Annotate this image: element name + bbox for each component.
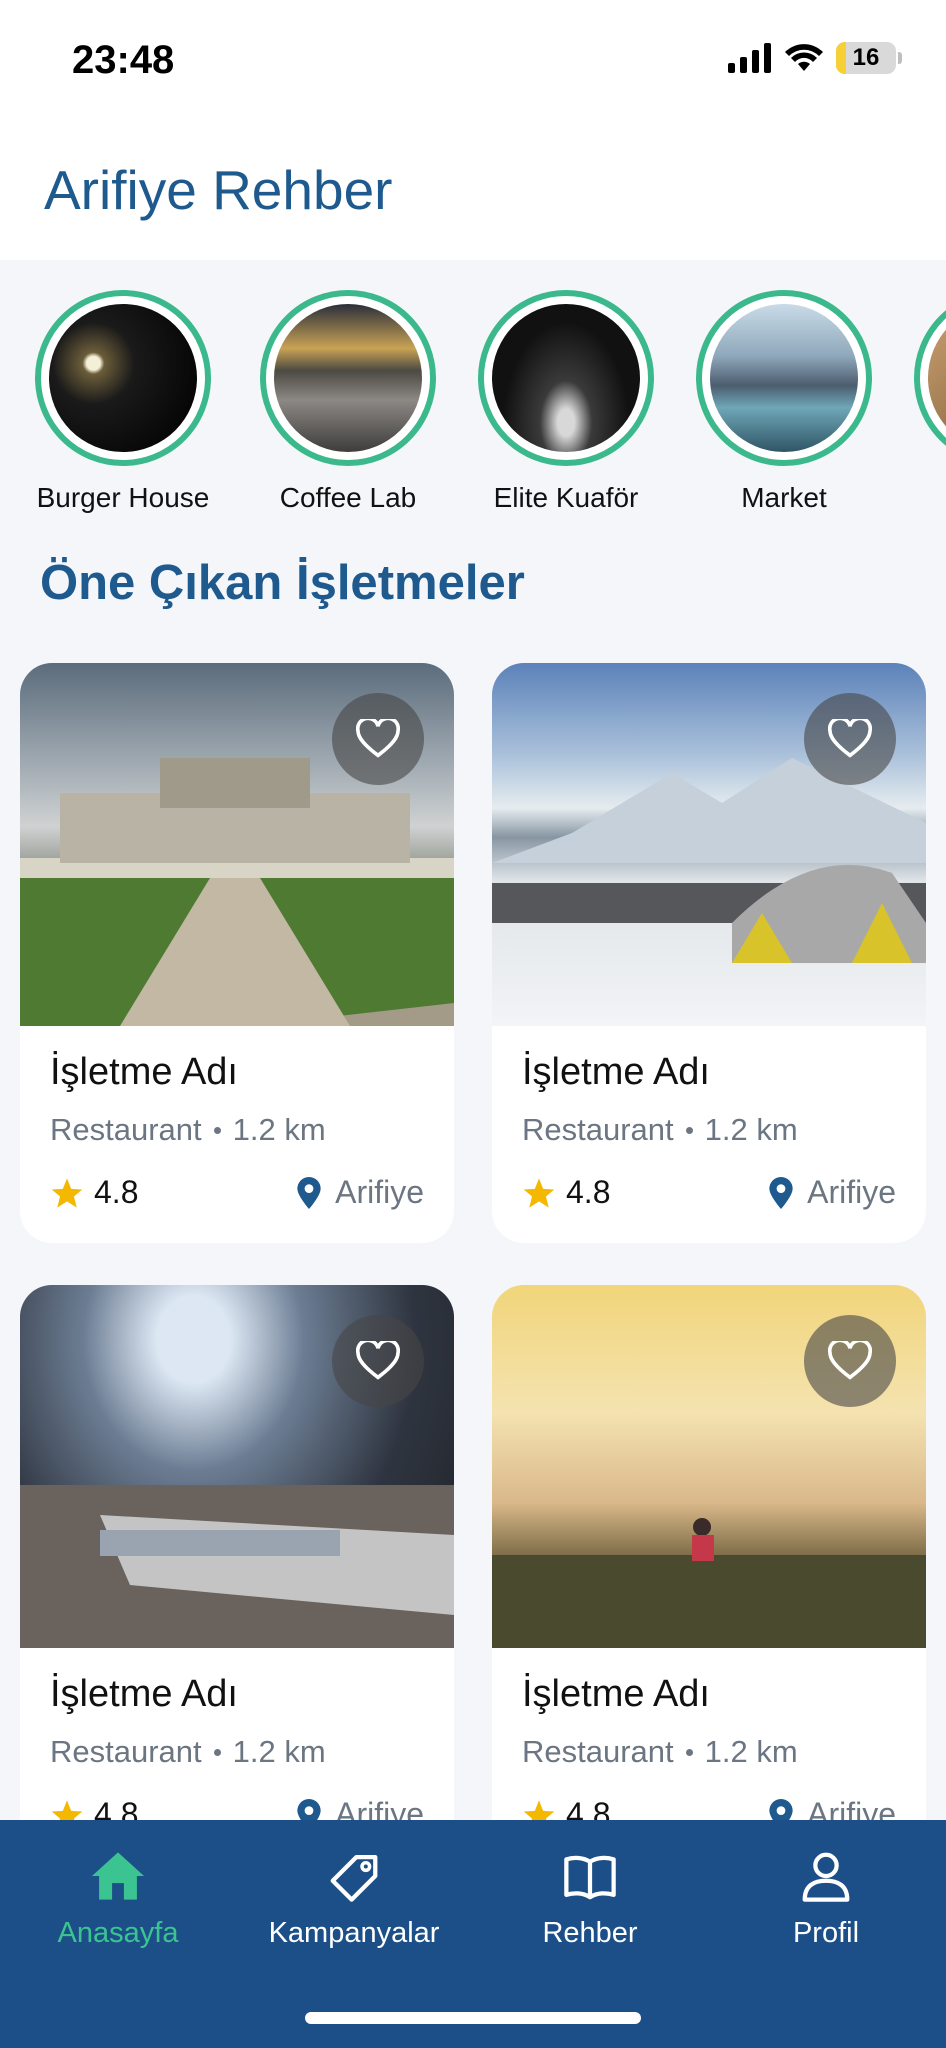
nav-item-home[interactable]: Anasayfa (0, 1850, 236, 1950)
nav-item-guide[interactable]: Rehber (472, 1850, 708, 1950)
story-item[interactable] (897, 290, 946, 466)
story-ring (478, 290, 654, 466)
user-icon (802, 1852, 850, 1902)
business-card[interactable]: İşletme Adı Restaurant 1.2 km 4.8 Arifiy… (20, 663, 454, 1243)
card-name: İşletme Adı (50, 1673, 238, 1715)
story-label: Elite Kuaför (493, 482, 639, 513)
card-body: İşletme Adı Restaurant 1.2 km 4.8 Arifiy… (522, 1673, 896, 1833)
story-image (274, 304, 422, 452)
card-distance: 1.2 km (232, 1112, 326, 1147)
card-body: İşletme Adı Restaurant 1.2 km 4.8 Arifiy… (522, 1051, 896, 1211)
card-location: Arifiye (769, 1174, 896, 1211)
story-image (928, 304, 946, 452)
stories-row: Burger House Coffee Lab Elite Kuaför Mar… (0, 290, 946, 530)
section-title: Öne Çıkan İşletmeler (40, 556, 525, 610)
card-category: Restaurant (50, 1734, 202, 1769)
book-icon (564, 1855, 616, 1900)
home-icon (92, 1852, 144, 1900)
story-item[interactable]: Elite Kuaför (461, 290, 671, 514)
story-ring (260, 290, 436, 466)
separator-dot (213, 1126, 221, 1134)
location-pin-icon (769, 1176, 793, 1209)
status-icons: 16 (728, 42, 902, 74)
business-card[interactable]: İşletme Adı Restaurant 1.2 km 4.8 Arifiy… (492, 663, 926, 1243)
nav-item-profile[interactable]: Profil (708, 1850, 944, 1950)
tag-icon (330, 1854, 378, 1902)
favorite-button[interactable] (804, 1315, 896, 1407)
story-item[interactable]: Coffee Lab (243, 290, 453, 514)
location-label: Arifiye (335, 1174, 424, 1210)
story-label: Coffee Lab (279, 482, 417, 513)
home-indicator (305, 2012, 641, 2024)
rating-value: 4.8 (566, 1174, 611, 1210)
separator-dot (685, 1126, 693, 1134)
separator-dot (213, 1748, 221, 1756)
battery-tip (898, 52, 902, 64)
location-pin-icon (297, 1176, 321, 1209)
card-name: İşletme Adı (522, 1673, 710, 1715)
card-rating: 4.8 (50, 1174, 138, 1211)
star-icon (51, 1177, 83, 1208)
card-footer: 4.8 Arifiye (522, 1174, 896, 1211)
nav-label: Profil (792, 1917, 860, 1949)
card-footer: 4.8 Arifiye (50, 1174, 424, 1211)
battery-icon: 16 (836, 42, 896, 74)
card-category: Restaurant (50, 1112, 202, 1147)
wifi-icon (785, 44, 823, 71)
nav-label: Rehber (542, 1917, 638, 1949)
card-location: Arifiye (297, 1174, 424, 1211)
story-ring (914, 290, 946, 466)
signal-icon (728, 43, 771, 73)
business-card[interactable]: İşletme Adı Restaurant 1.2 km 4.8 Arifiy… (492, 1285, 926, 1865)
card-rating: 4.8 (522, 1174, 610, 1211)
favorite-button[interactable] (332, 1315, 424, 1407)
story-ring (696, 290, 872, 466)
card-body: İşletme Adı Restaurant 1.2 km 4.8 Arifiy… (50, 1051, 424, 1211)
card-distance: 1.2 km (232, 1734, 326, 1769)
favorite-button[interactable] (332, 693, 424, 785)
story-ring (35, 290, 211, 466)
card-meta: Restaurant 1.2 km (50, 1734, 424, 1770)
story-label: Market (741, 482, 827, 513)
card-name: İşletme Adı (522, 1051, 710, 1093)
heart-icon (356, 1341, 400, 1380)
business-card[interactable]: İşletme Adı Restaurant 1.2 km 4.8 Arifiy… (20, 1285, 454, 1865)
battery-level: 16 (852, 44, 880, 71)
story-item[interactable]: Market (679, 290, 889, 514)
story-image (49, 304, 197, 452)
story-image (492, 304, 640, 452)
nav-label: Kampanyalar (268, 1917, 440, 1949)
status-time: 23:48 (72, 38, 175, 82)
heart-icon (356, 719, 400, 758)
card-meta: Restaurant 1.2 km (50, 1112, 424, 1148)
card-meta: Restaurant 1.2 km (522, 1734, 896, 1770)
nav-label: Anasayfa (57, 1917, 179, 1949)
location-label: Arifiye (807, 1174, 896, 1210)
card-body: İşletme Adı Restaurant 1.2 km 4.8 Arifiy… (50, 1673, 424, 1833)
card-category: Restaurant (522, 1734, 674, 1769)
separator-dot (685, 1748, 693, 1756)
app-title: Arifiye Rehber (44, 159, 393, 221)
card-distance: 1.2 km (704, 1112, 798, 1147)
card-distance: 1.2 km (704, 1734, 798, 1769)
app-header: Arifiye Rehber (0, 120, 946, 260)
heart-icon (828, 1341, 872, 1380)
status-bar: 23:48 16 (0, 0, 946, 120)
star-icon (523, 1177, 555, 1208)
story-item[interactable]: Burger House (18, 290, 228, 514)
card-category: Restaurant (522, 1112, 674, 1147)
heart-icon (828, 719, 872, 758)
card-name: İşletme Adı (50, 1051, 238, 1093)
card-meta: Restaurant 1.2 km (522, 1112, 896, 1148)
nav-item-campaigns[interactable]: Kampanyalar (236, 1850, 472, 1950)
rating-value: 4.8 (94, 1174, 139, 1210)
story-image (710, 304, 858, 452)
favorite-button[interactable] (804, 693, 896, 785)
story-label: Burger House (36, 482, 210, 513)
